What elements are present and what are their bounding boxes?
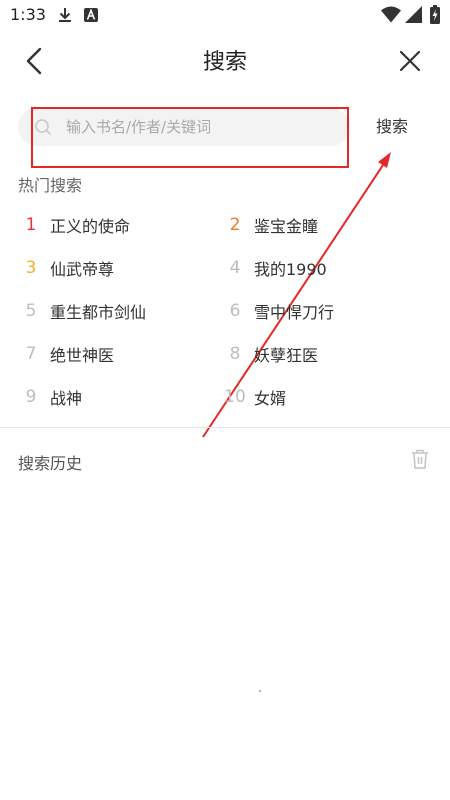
hot-rank: 7 <box>25 344 37 364</box>
hot-search-item[interactable]: 1 正义的使命 <box>20 210 130 240</box>
hot-search-item[interactable]: 7 绝世神医 <box>20 339 114 369</box>
hot-search-name: 女婿 <box>254 389 287 408</box>
header-bar: 搜索 <box>0 32 450 90</box>
trash-icon <box>412 449 428 469</box>
hot-rank: 9 <box>25 387 37 407</box>
hot-rank: 4 <box>229 258 241 278</box>
page-title: 搜索 <box>202 50 247 75</box>
hot-rank: 1 <box>25 215 37 235</box>
hot-rank: 10 <box>224 387 246 407</box>
clear-history-button[interactable] <box>410 448 430 470</box>
signal-icon <box>405 6 422 23</box>
hot-search-name: 重生都市剑仙 <box>50 303 147 322</box>
hot-search-name: 雪中悍刀行 <box>254 303 335 322</box>
hot-search-item[interactable]: 4 我的1990 <box>224 253 327 283</box>
hot-search-item[interactable]: 6 雪中悍刀行 <box>224 296 334 326</box>
download-icon <box>59 8 71 22</box>
hot-search-name: 正义的使命 <box>50 217 131 236</box>
close-icon <box>399 50 421 72</box>
hot-rank: 3 <box>25 258 37 278</box>
hot-search-item[interactable]: 5 重生都市剑仙 <box>20 296 146 326</box>
hot-rank: 8 <box>229 344 241 364</box>
hot-search-item[interactable]: 3 仙武帝尊 <box>20 253 114 283</box>
hot-search-item[interactable]: 9 战神 <box>20 382 82 412</box>
status-time: 1:33 <box>10 5 46 24</box>
close-button[interactable] <box>393 44 427 78</box>
hot-search-name: 战神 <box>50 389 83 408</box>
search-history-title: 搜索历史 <box>18 454 83 473</box>
wifi-icon <box>381 6 401 23</box>
status-bar: 1:33 <box>0 0 450 32</box>
annotation-highlight-box <box>31 107 349 168</box>
battery-charging-icon <box>430 5 440 24</box>
section-divider <box>0 427 450 428</box>
hot-rank: 5 <box>25 301 37 321</box>
hot-rank: 2 <box>229 215 241 235</box>
app-a-icon <box>84 8 98 22</box>
hot-search-name: 妖孽狂医 <box>254 346 319 365</box>
hot-search-name: 仙武帝尊 <box>50 260 115 279</box>
hot-search-item[interactable]: 8 妖孽狂医 <box>224 339 318 369</box>
hot-search-name: 绝世神医 <box>50 346 115 365</box>
stray-dot <box>259 690 261 692</box>
hot-search-item[interactable]: 10 女婿 <box>224 382 286 412</box>
hot-search-name: 我的1990 <box>254 260 327 279</box>
hot-rank: 6 <box>229 301 241 321</box>
hot-search-item[interactable]: 2 鉴宝金瞳 <box>224 210 318 240</box>
hot-search-title: 热门搜索 <box>18 176 83 195</box>
hot-search-name: 鉴宝金瞳 <box>254 217 319 236</box>
search-button[interactable]: 搜索 <box>368 112 416 142</box>
